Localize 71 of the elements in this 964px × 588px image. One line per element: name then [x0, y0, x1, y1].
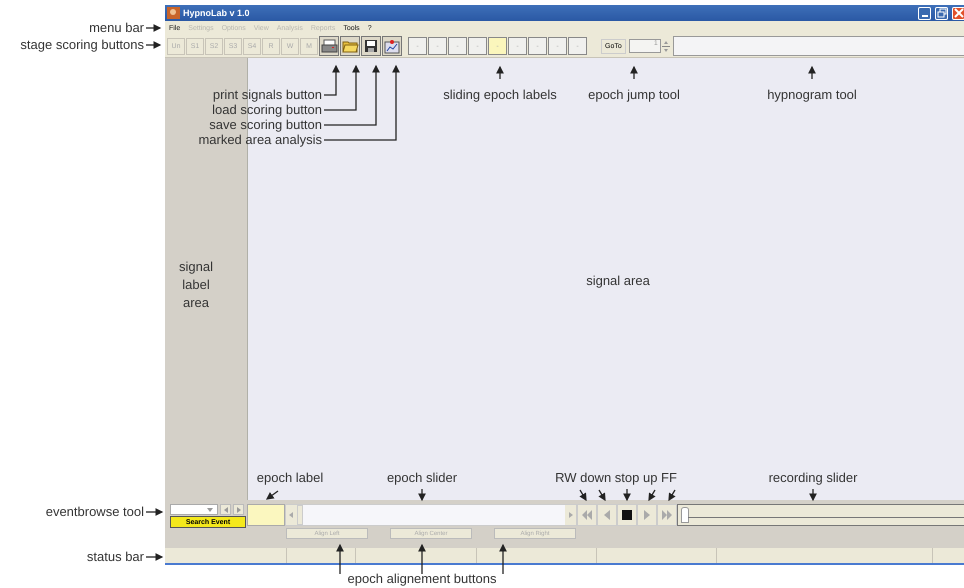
open-button[interactable]: [340, 36, 360, 56]
left-arrow-icon: [604, 510, 610, 520]
annotation-arrow: [146, 508, 164, 516]
minimize-button[interactable]: [918, 6, 931, 20]
annotation-arrow: [146, 41, 162, 49]
slider-thumb[interactable]: [681, 507, 689, 523]
rewind-button[interactable]: [577, 504, 597, 526]
annotation-label: epoch label: [256, 470, 324, 486]
double-right-arrow-icon: [662, 510, 672, 520]
fast-forward-button[interactable]: [657, 504, 677, 526]
annotation-arrow: [496, 66, 504, 79]
annotation-arrow: [598, 490, 606, 502]
annotation-label: status bar: [86, 549, 144, 565]
event-dropdown[interactable]: [170, 504, 218, 515]
annotation-arrow: [146, 24, 162, 32]
annotation-arrow: [668, 490, 676, 502]
stop-icon: [622, 510, 632, 520]
left-arrow-icon: [224, 506, 228, 512]
right-arrow-icon: [236, 506, 240, 512]
annotation-arrow: [648, 490, 656, 502]
annotation-label: load scoring button: [212, 102, 322, 118]
annotation-arrow: [809, 489, 817, 502]
annotation-label: eventbrowse tool: [46, 504, 144, 520]
annotation-label: signal label area: [178, 258, 214, 312]
epoch-slider[interactable]: [285, 504, 577, 526]
printer-icon: [320, 38, 338, 54]
annotation-label: sliding epoch labels: [443, 87, 557, 103]
annotation-arrow: [418, 544, 426, 574]
previous-event-button[interactable]: [220, 504, 231, 515]
annotation-label: recording slider: [768, 470, 858, 486]
annotation-label: save scoring button: [209, 117, 322, 133]
annotation-label: signal area: [586, 273, 650, 289]
close-button[interactable]: [952, 6, 964, 20]
left-arrow-icon: [289, 512, 293, 518]
epoch-label-field: [247, 504, 285, 526]
annotation-arrow: [146, 553, 164, 561]
app-logo-icon: [167, 7, 180, 19]
window-title: HypnoLab v 1.0: [183, 8, 250, 18]
annotation-arrow: [623, 489, 631, 502]
annotation-label: print signals button: [212, 87, 322, 103]
restore-button[interactable]: [935, 6, 948, 20]
annotation-arrow: [630, 66, 638, 79]
annotation-arrow: [418, 489, 426, 502]
slider-thumb[interactable]: [297, 505, 303, 525]
print-button[interactable]: [319, 36, 339, 56]
annotation-arrow: [266, 490, 278, 500]
annotation-arrow: [336, 544, 344, 574]
chart-icon: [384, 38, 400, 54]
caret-icon: [206, 506, 214, 512]
right-arrow-icon: [644, 510, 650, 520]
annotation-arrow: [499, 544, 507, 574]
analysis-button[interactable]: [382, 36, 402, 56]
folder-icon: [342, 39, 358, 53]
next-event-button[interactable]: [233, 504, 244, 515]
annotation-arrow: [808, 66, 816, 79]
stop-button[interactable]: [617, 504, 637, 526]
annotation-arrow: [579, 490, 587, 502]
double-left-arrow-icon: [582, 510, 592, 520]
annotation-label: marked area analysis: [198, 132, 322, 148]
restore-icon: [936, 8, 946, 18]
annotation-label: epoch slider: [386, 470, 458, 486]
close-icon: [954, 8, 964, 18]
annotation-label: epoch jump tool: [588, 87, 680, 103]
annotation-label: RW down stop up FF: [555, 470, 677, 486]
save-button[interactable]: [361, 36, 381, 56]
recording-slider[interactable]: [677, 504, 964, 526]
annotation-label: menu bar: [89, 20, 144, 36]
right-arrow-icon: [569, 512, 573, 518]
annotation-label: hypnogram tool: [767, 87, 857, 103]
annotation-label: stage scoring buttons: [20, 37, 144, 53]
annotation-label: epoch alignement buttons: [348, 571, 496, 587]
